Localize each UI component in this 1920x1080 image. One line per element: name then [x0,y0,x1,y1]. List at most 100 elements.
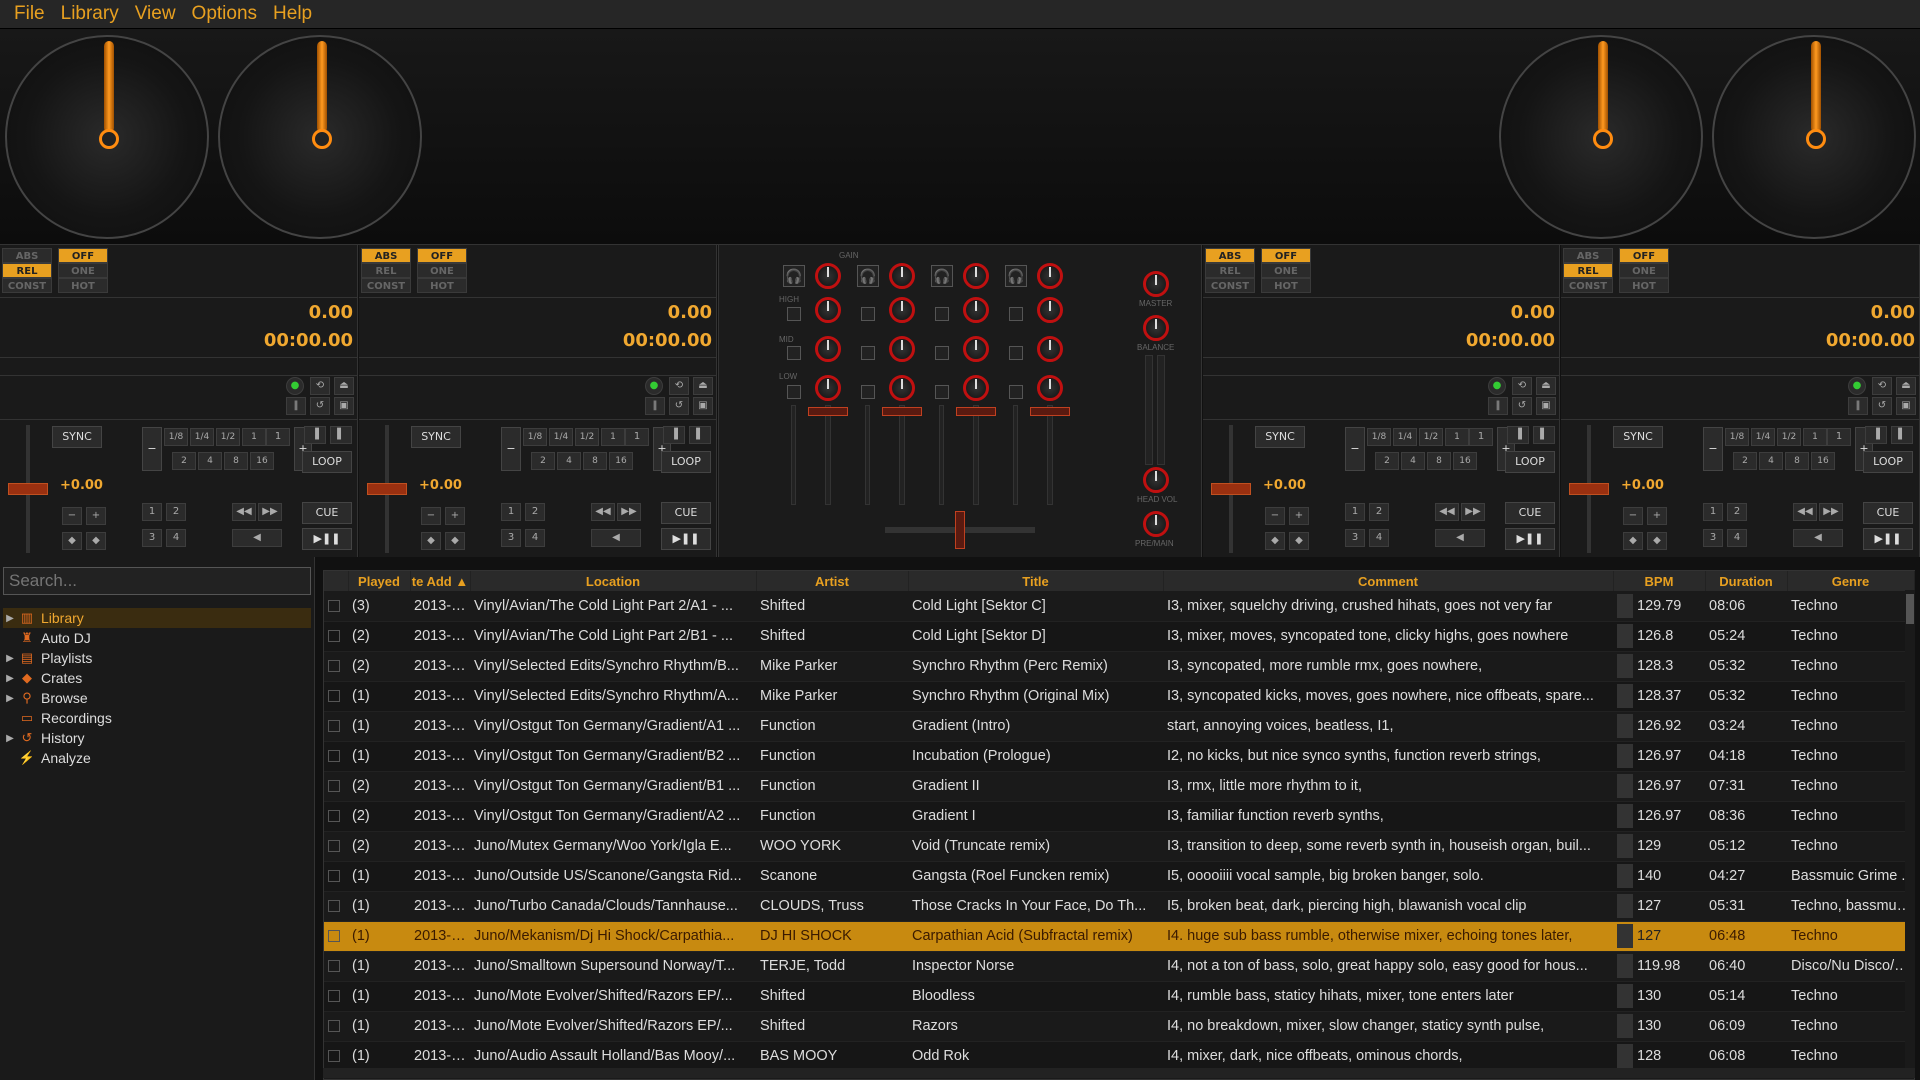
table-row[interactable]: (1) 2013-0... Juno/Turbo Canada/Clouds/Tan… [324,891,1914,922]
row-checkbox[interactable] [324,1041,348,1072]
row-checkbox[interactable] [324,591,348,622]
menu-file[interactable]: File [6,3,53,25]
hotcue-button[interactable]: 4 [166,529,186,547]
bpm-lock-icon[interactable] [1617,624,1633,648]
beatgrid-icon[interactable]: ‖ [1848,397,1868,415]
column-header[interactable]: Comment [1163,571,1614,591]
loop-size-button[interactable]: 1/4 [549,428,573,446]
expand-arrow-icon[interactable]: ▶ [3,673,17,684]
cue-mode-off-button[interactable]: OFF [1261,248,1311,263]
fast-forward-icon[interactable]: ▶▶ [1819,503,1843,521]
cue-mode-off-button[interactable]: OFF [417,248,467,263]
column-header[interactable]: Artist [756,571,909,591]
loop-size-button[interactable]: 1/2 [216,428,240,446]
loop-halve-button[interactable]: − [1703,427,1723,471]
loop-size-button[interactable]: 16 [609,452,633,470]
reverse-icon[interactable]: ◀ [232,529,282,547]
play-pause-icon[interactable]: ▶❚❚ [1863,528,1913,550]
row-checkbox[interactable] [324,921,348,952]
beatgrid-icon[interactable]: ‖ [286,397,306,415]
table-row[interactable]: (3) 2013-0... Vinyl/Avian/The Cold Light P… [324,591,1914,622]
nudge-forward-icon[interactable]: ◆ [445,532,465,550]
master-volume-knob[interactable] [1143,271,1169,297]
cue-mode-off-button[interactable]: OFF [58,248,108,263]
pitch-slider[interactable] [8,425,48,555]
fast-forward-icon[interactable]: ▶▶ [258,503,282,521]
hotcue-button[interactable]: 1 [1345,503,1365,521]
column-header[interactable]: Location [470,571,757,591]
loop-halve-button[interactable]: − [501,427,521,471]
nudge-back-icon[interactable]: ◆ [1265,532,1285,550]
loop-size-button[interactable]: 1 [1445,428,1469,446]
table-row[interactable]: (1) 2013-0... Juno/Mekanism/Dj Hi Shock/Ca… [324,921,1914,952]
cue-mode-hot-button[interactable]: HOT [1261,278,1311,293]
cue-mode-off-button[interactable]: OFF [1619,248,1669,263]
hotcue-button[interactable]: 2 [525,503,545,521]
hotcue-button[interactable]: 3 [142,529,162,547]
rewind-icon[interactable]: ◀◀ [232,503,256,521]
low-kill-checkbox[interactable] [935,385,949,399]
sidebar-item-browse[interactable]: ▶ ⚲ Browse [3,688,311,708]
loop-size-button[interactable]: 2 [172,452,196,470]
loop-in-icon[interactable]: ▐ [1865,426,1887,444]
bpm-lock-icon[interactable] [1617,593,1633,618]
bpm-lock-icon[interactable] [1617,654,1633,678]
rewind-icon[interactable]: ◀◀ [1793,503,1817,521]
beatjump-back-button[interactable]: − [1623,507,1643,525]
table-row[interactable]: (2) 2013-0... Vinyl/Avian/The Cold Light P… [324,621,1914,652]
hotcue-button[interactable]: 1 [142,503,162,521]
loop-size-button[interactable]: 1/4 [1393,428,1417,446]
bpm-lock-icon[interactable] [1617,984,1633,1008]
nudge-back-icon[interactable]: ◆ [62,532,82,550]
channel-fader-cap[interactable] [808,407,848,416]
loop-size-button[interactable]: 16 [1811,452,1835,470]
beatjump-back-button[interactable]: − [62,507,82,525]
sync-button[interactable]: SYNC [1255,426,1305,448]
mode-abs-button[interactable]: ABS [2,248,52,263]
high-kill-checkbox[interactable] [1009,307,1023,321]
mid-kill-checkbox[interactable] [1009,346,1023,360]
channel-fader-cap[interactable] [956,407,996,416]
cue-mode-hot-button[interactable]: HOT [417,278,467,293]
headphone-cue-icon[interactable]: 🎧 [931,265,953,287]
slip-icon[interactable]: ↺ [1872,397,1892,415]
row-checkbox[interactable] [324,981,348,1012]
hotcue-button[interactable]: 4 [1369,529,1389,547]
lock-icon[interactable]: ▣ [1896,397,1916,415]
gain-knob[interactable] [1037,263,1063,289]
bpm-lock-icon[interactable] [1617,744,1633,768]
expand-arrow-icon[interactable]: ▶ [3,733,17,744]
low-eq-knob[interactable] [963,375,989,401]
hotcue-button[interactable]: 1 [1703,503,1723,521]
row-checkbox[interactable] [324,681,348,712]
loop-size-button[interactable]: 1 [625,428,649,446]
loop-button[interactable]: LOOP [302,451,352,473]
mode-abs-button[interactable]: ABS [1205,248,1255,263]
hotcue-button[interactable]: 3 [1345,529,1365,547]
loop-size-button[interactable]: 1 [242,428,266,446]
eject-icon[interactable]: ⏏ [693,377,713,395]
loop-out-icon[interactable]: ▌ [1891,426,1913,444]
fast-forward-icon[interactable]: ▶▶ [1461,503,1485,521]
row-checkbox[interactable] [324,861,348,892]
high-kill-checkbox[interactable] [861,307,875,321]
hotcue-button[interactable]: 3 [1703,529,1723,547]
repeat-icon[interactable]: ⟲ [669,377,689,395]
mid-kill-checkbox[interactable] [935,346,949,360]
table-row[interactable]: (1) 2013-0... Juno/Audio Assault Holland/B… [324,1041,1914,1072]
sidebar-item-library[interactable]: ▶ ▥ Library [3,608,311,628]
loop-size-button[interactable]: 1/2 [1419,428,1443,446]
loop-size-button[interactable]: 4 [1759,452,1783,470]
lock-icon[interactable]: ▣ [1536,397,1556,415]
loop-button[interactable]: LOOP [661,451,711,473]
sidebar-item-history[interactable]: ▶ ↺ History [3,728,311,748]
loop-size-button[interactable]: 8 [1785,452,1809,470]
low-kill-checkbox[interactable] [787,385,801,399]
loop-halve-button[interactable]: − [1345,427,1365,471]
low-eq-knob[interactable] [1037,375,1063,401]
loop-size-button[interactable]: 1/2 [575,428,599,446]
gain-knob[interactable] [963,263,989,289]
high-eq-knob[interactable] [963,297,989,323]
loop-size-button[interactable]: 1/4 [1751,428,1775,446]
channel-volume-fader[interactable] [825,405,831,505]
